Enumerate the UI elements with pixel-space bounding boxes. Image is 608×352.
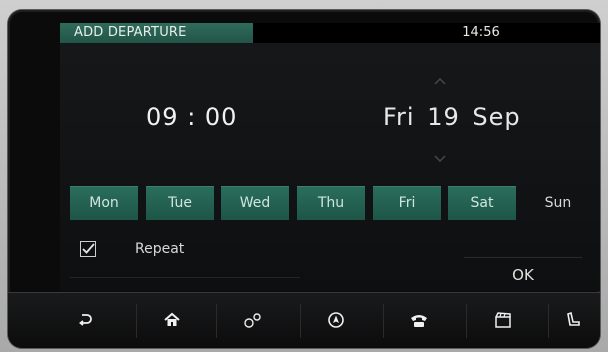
date-day-number: 19: [427, 103, 460, 131]
nav-media[interactable]: [468, 292, 538, 348]
navigation-icon: [328, 312, 344, 328]
date-up-chevron-icon[interactable]: [433, 75, 447, 89]
day-toggle-wed[interactable]: Wed: [221, 186, 289, 220]
date-day-name: Fri: [383, 103, 415, 131]
nav-home[interactable]: [137, 292, 207, 348]
phone-icon: [411, 315, 427, 327]
connectivity-icon: [244, 313, 261, 328]
day-toggle-sun[interactable]: Sun: [524, 186, 592, 220]
day-toggle-mon[interactable]: Mon: [70, 186, 138, 220]
home-icon: [164, 312, 180, 326]
nav-navigation[interactable]: [301, 292, 371, 348]
screen-title: ADD DEPARTURE: [60, 23, 253, 43]
day-toggle-fri[interactable]: Fri: [373, 186, 441, 220]
nav-seat[interactable]: [539, 292, 600, 348]
display-frame: ADD DEPARTURE 14:56 09 : 00 Fri 19 Sep M…: [8, 10, 600, 348]
divider: [70, 277, 300, 278]
date-month: Sep: [472, 103, 521, 131]
nav-separator: [216, 304, 217, 338]
ok-button[interactable]: OK: [464, 257, 582, 292]
checkmark-icon: [82, 243, 95, 254]
time-picker[interactable]: 09 : 00: [146, 103, 237, 131]
day-toggle-tue[interactable]: Tue: [146, 186, 214, 220]
nav-connectivity[interactable]: [218, 292, 288, 348]
status-clock: 14:56: [462, 25, 500, 40]
hour-value[interactable]: 09: [146, 103, 179, 131]
weekday-selector: Mon Tue Wed Thu Fri Sat Sun: [70, 186, 600, 220]
departure-screen: ADD DEPARTURE 14:56 09 : 00 Fri 19 Sep M…: [60, 23, 600, 291]
back-icon: [79, 314, 92, 326]
repeat-label: Repeat: [135, 241, 185, 257]
seat-icon: [567, 311, 580, 326]
nav-phone[interactable]: [384, 292, 454, 348]
nav-back[interactable]: [50, 292, 120, 348]
media-icon: [495, 312, 511, 328]
nav-separator: [466, 304, 467, 338]
date-picker[interactable]: Fri 19 Sep: [383, 103, 521, 131]
repeat-checkbox[interactable]: [80, 241, 96, 257]
date-down-chevron-icon[interactable]: [433, 151, 447, 165]
bottom-nav-bar: [8, 292, 600, 348]
day-toggle-thu[interactable]: Thu: [297, 186, 365, 220]
time-separator: :: [187, 103, 205, 131]
status-bar: 14:56: [253, 23, 600, 43]
minute-value[interactable]: 00: [205, 103, 238, 131]
day-toggle-sat[interactable]: Sat: [448, 186, 516, 220]
